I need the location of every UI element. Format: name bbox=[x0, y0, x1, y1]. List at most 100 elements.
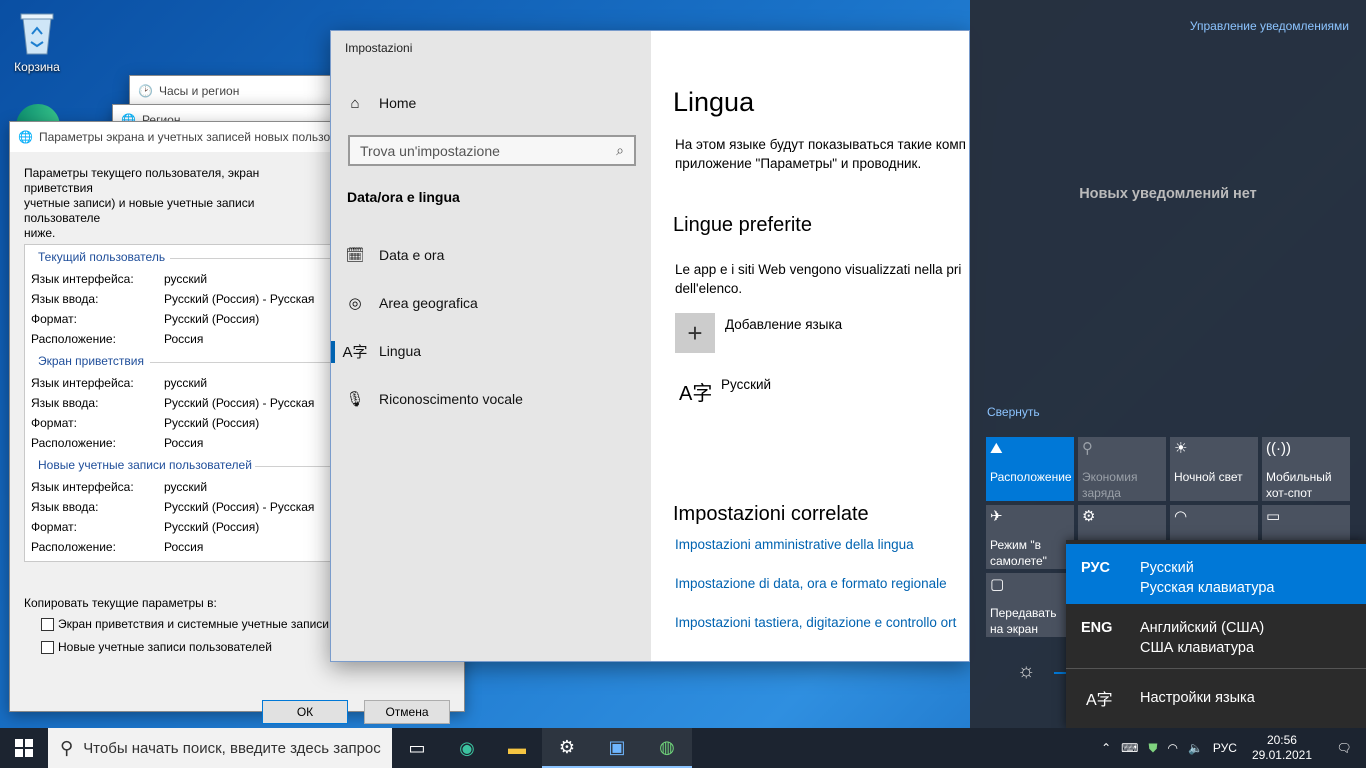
network-icon[interactable]: ◠ bbox=[1167, 741, 1177, 755]
clock-date: 29.01.2021 bbox=[1251, 748, 1312, 762]
region-taskbar-button[interactable]: ◍ bbox=[642, 728, 692, 768]
task-view-button[interactable]: ▭ bbox=[392, 728, 442, 768]
gear-icon: ⚙ bbox=[558, 736, 576, 757]
input-indicator[interactable]: РУС bbox=[1213, 741, 1237, 755]
group-caption-welcome-screen: Экран приветствия bbox=[38, 354, 145, 368]
globe-icon: 🌐 bbox=[18, 130, 33, 144]
settings-search-input[interactable]: Trova un'impostazione ⌕ bbox=[348, 135, 636, 166]
related-settings-heading: Impostazioni correlate bbox=[673, 503, 869, 525]
nav-language[interactable]: A字 Lingua bbox=[331, 331, 651, 371]
microphone-icon: 🎙 bbox=[345, 391, 365, 408]
nav-region[interactable]: ◎ Area geografica bbox=[331, 283, 651, 323]
row-location: Расположение: Россия bbox=[31, 332, 204, 346]
clock[interactable]: 20:56 29.01.2021 bbox=[1252, 733, 1312, 763]
settings-taskbar-button[interactable]: ⚙ bbox=[542, 728, 592, 768]
page-title: Lingua bbox=[673, 87, 755, 117]
row-location: Расположение: Россия bbox=[31, 436, 204, 450]
link-keyboard-typing[interactable]: Impostazioni tastiera, digitazione e con… bbox=[675, 615, 956, 630]
row-format: Формат: Русский (Россия) bbox=[31, 416, 260, 430]
language-icon: A字 bbox=[342, 343, 368, 361]
nav-date-time[interactable]: 🗓 Data e ora bbox=[331, 235, 651, 275]
system-tray: ⌃ ⌨ ⛊ ◠ 🔈 РУС 20:56 29.01.2021 🗨 bbox=[1096, 728, 1366, 768]
tile-battery-saver[interactable]: ⚲ Экономия заряда bbox=[1078, 437, 1166, 501]
sun-icon: ☀ bbox=[1174, 440, 1188, 457]
location-icon: ⛰ bbox=[990, 440, 1003, 457]
windows-icon bbox=[15, 739, 33, 757]
input-language-flyout: РУС Русский Русская клавиатура ENG Англи… bbox=[1066, 540, 1366, 728]
row-location: Расположение: Россия bbox=[31, 540, 204, 554]
language-option-rus[interactable]: РУС Русский Русская клавиатура bbox=[1066, 544, 1366, 604]
cancel-button[interactable]: Отмена bbox=[364, 700, 450, 724]
gear-icon: ⚙ bbox=[1082, 508, 1096, 525]
row-input-language: Язык ввода: Русский (Россия) - Русская bbox=[31, 500, 315, 514]
row-input-language: Язык ввода: Русский (Россия) - Русская bbox=[31, 292, 315, 306]
recycle-bin-label: Корзина bbox=[14, 60, 60, 74]
checkbox-box[interactable] bbox=[41, 617, 54, 631]
no-notifications-text: Новых уведомлений нет bbox=[1079, 186, 1257, 202]
clock-time: 20:56 bbox=[1266, 733, 1297, 747]
search-icon: ⌕ bbox=[616, 142, 624, 158]
checkbox-box[interactable] bbox=[41, 640, 54, 654]
add-language-label[interactable]: Добавление языка bbox=[725, 315, 842, 334]
installed-language-item[interactable]: Русский bbox=[721, 375, 771, 394]
recycle-bin-desktop-icon[interactable]: Корзина bbox=[4, 8, 70, 74]
chevron-up-icon[interactable]: ⌃ bbox=[1101, 741, 1111, 755]
control-panel-icon: 🕑 bbox=[138, 84, 153, 98]
dialog-description: Параметры текущего пользователя, экран п… bbox=[24, 166, 260, 240]
volume-icon[interactable]: 🔈 bbox=[1188, 741, 1203, 755]
home-icon: ⌂ bbox=[350, 94, 360, 112]
collapse-link[interactable]: Свернуть bbox=[987, 405, 1040, 419]
language-option-eng[interactable]: ENG Английский (США) США клавиатура bbox=[1066, 604, 1366, 664]
flyout-divider bbox=[1066, 668, 1366, 669]
manage-notifications-link[interactable]: Управление уведомлениями bbox=[1190, 19, 1349, 33]
control-panel-taskbar-button[interactable]: ▣ bbox=[592, 728, 642, 768]
edge-icon: ◉ bbox=[459, 737, 475, 758]
action-center-button[interactable]: 🗨 bbox=[1322, 728, 1366, 768]
preferred-languages-description: Le app e i siti Web vengono visualizzati… bbox=[675, 262, 962, 296]
calendar-clock-icon: 🗓 bbox=[345, 247, 365, 264]
section-title: Data/ora e lingua bbox=[347, 189, 460, 205]
tile-night-light[interactable]: ☀ Ночной свет bbox=[1170, 437, 1258, 501]
start-button[interactable] bbox=[0, 728, 48, 768]
search-icon: ⚲ bbox=[60, 737, 74, 758]
edge-taskbar-button[interactable]: ◉ bbox=[442, 728, 492, 768]
security-shield-icon[interactable]: ⛊ bbox=[1148, 741, 1157, 756]
hotspot-icon: ((·)) bbox=[1266, 440, 1291, 457]
control-panel-icon: ▣ bbox=[608, 736, 626, 757]
checkbox-welcome-system[interactable]: Экран приветствия и системные учетные за… bbox=[41, 617, 329, 631]
group-caption-new-users: Новые учетные записи пользователей bbox=[38, 458, 252, 472]
group-caption-current-user: Текущий пользователь bbox=[38, 250, 166, 264]
devices-icon: ▭ bbox=[1266, 508, 1281, 525]
ok-button[interactable]: ОК bbox=[262, 700, 348, 724]
language-icon: A字 bbox=[679, 383, 713, 405]
settings-content: Lingua На этом языке будут показываться … bbox=[651, 31, 969, 661]
preferred-languages-heading: Lingue preferite bbox=[673, 214, 812, 236]
row-ui-language: Язык интерфейса: русский bbox=[31, 480, 208, 494]
tile-location[interactable]: ⛰ Расположение bbox=[986, 437, 1074, 501]
checkbox-new-users[interactable]: Новые учетные записи пользователей bbox=[41, 640, 272, 654]
language-settings-link[interactable]: Настройки языка bbox=[1140, 690, 1255, 706]
tile-airplane-mode[interactable]: ✈ Режим "в самолете" bbox=[986, 505, 1074, 569]
copy-label: Копировать текущие параметры в: bbox=[24, 596, 217, 610]
row-input-language: Язык ввода: Русский (Россия) - Русская bbox=[31, 396, 315, 410]
nav-speech[interactable]: 🎙 Riconoscimento vocale bbox=[331, 379, 651, 419]
tile-mobile-hotspot[interactable]: ((·)) Мобильный хот-спот bbox=[1262, 437, 1350, 501]
leaf-icon: ⚲ bbox=[1082, 440, 1093, 457]
nav-home[interactable]: ⌂ Home bbox=[331, 83, 651, 123]
row-ui-language: Язык интерфейса: русский bbox=[31, 272, 208, 286]
language-intro: На этом языке будут показываться такие к… bbox=[675, 137, 966, 171]
wifi-icon: ◠ bbox=[1174, 508, 1188, 525]
tile-project[interactable]: ▢ Передавать на экран bbox=[986, 573, 1074, 637]
link-admin-language[interactable]: Impostazioni amministrative della lingua bbox=[675, 537, 914, 552]
ime-icon[interactable]: ⌨ bbox=[1121, 741, 1138, 755]
taskbar-search-input[interactable]: ⚲ Чтобы начать поиск, введите здесь запр… bbox=[48, 728, 392, 768]
recycle-bin-icon bbox=[17, 8, 57, 56]
settings-nav: Impostazioni ⌂ Home Trova un'impostazion… bbox=[331, 31, 651, 661]
explorer-taskbar-button[interactable]: ▬ bbox=[492, 728, 542, 768]
row-ui-language: Язык интерфейса: русский bbox=[31, 376, 208, 390]
add-language-button[interactable]: + bbox=[675, 313, 715, 353]
dialog-title: Параметры экрана и учетных записей новых… bbox=[38, 130, 331, 144]
link-date-time-format[interactable]: Impostazione di data, ora e formato regi… bbox=[675, 576, 947, 591]
settings-window[interactable]: Impostazioni ⌂ Home Trova un'impostazion… bbox=[330, 30, 970, 662]
globe-icon: ◎ bbox=[348, 295, 362, 312]
